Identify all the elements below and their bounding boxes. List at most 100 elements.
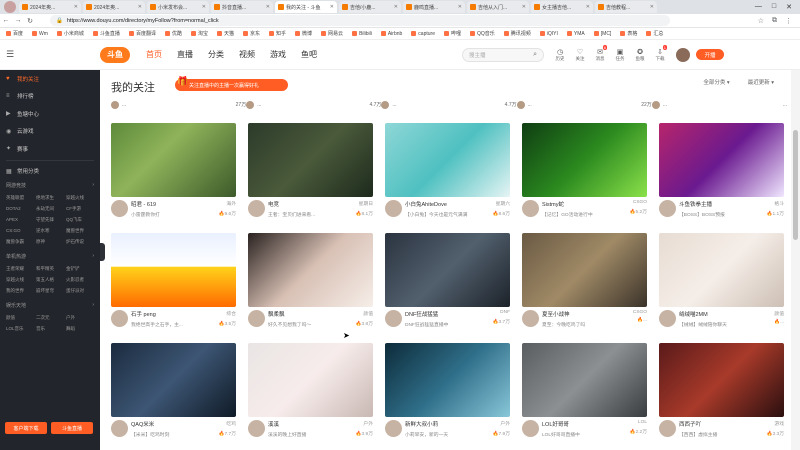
header-tool-download[interactable]: ⇩ 下载 1 — [650, 44, 670, 62]
browser-tab[interactable]: 抖音直播... ✕ — [211, 1, 273, 13]
sidebar-category-link[interactable]: CS:GO — [6, 228, 34, 234]
header-tool-history[interactable]: ◷ 历史 — [550, 48, 570, 62]
stream-thumbnail[interactable] — [659, 233, 784, 307]
sidebar-category-link[interactable]: 永劫无间 — [36, 206, 64, 212]
streamer-name[interactable]: 飘柔飘 — [268, 310, 347, 318]
maximize-icon[interactable]: □ — [772, 3, 776, 11]
stream-card[interactable]: DNF狂战猛猛 DNF狂战猛猛直播中 DNF 🔥3.7万 — [385, 233, 510, 329]
sidebar-category-title[interactable]: 网游竞技 › — [0, 180, 100, 191]
stream-thumbnail[interactable] — [248, 123, 373, 197]
sidebar-category-title[interactable]: 娱乐天地 › — [0, 300, 100, 311]
nav-item[interactable]: 首页 — [146, 49, 177, 60]
sidebar-category-link[interactable]: 火影忍者 — [66, 277, 94, 283]
stream-thumbnail[interactable] — [385, 343, 510, 417]
streamer-avatar[interactable] — [522, 420, 539, 437]
sidebar-item[interactable]: ♥ 我的关注 — [0, 70, 100, 88]
stream-title[interactable]: 【西西】虚拟主播 — [679, 431, 758, 438]
user-avatar[interactable] — [676, 47, 690, 62]
streamer-avatar[interactable] — [111, 310, 128, 327]
douyu-live-button[interactable]: 斗鱼直播 — [51, 422, 93, 434]
header-tool-heart[interactable]: ♡ 关注 — [570, 48, 590, 62]
sidebar-category-link[interactable]: 逆水寒 — [36, 228, 64, 234]
bookmark-item[interactable]: 百度翻译 — [128, 30, 156, 37]
browser-tab[interactable]: 2024年奥... ✕ — [19, 1, 81, 13]
streamer-name[interactable]: LOL好哥哥 — [542, 420, 621, 428]
stream-thumbnail[interactable] — [248, 343, 373, 417]
stream-card[interactable]: 溪溪 溪溪的晚上好直播 户外 🔥3.9万 — [248, 343, 373, 439]
extension-icon[interactable]: ⧉ — [772, 17, 777, 25]
sidebar-category-link[interactable]: 我的世界 — [6, 288, 34, 294]
sidebar-category-link[interactable]: 魔兽世界 — [66, 228, 94, 234]
star-icon[interactable]: ☆ — [758, 17, 764, 25]
streamer-name[interactable]: 昭君 - 619 — [131, 200, 210, 208]
streamer-name[interactable]: DNF狂战猛猛 — [405, 310, 484, 318]
streamer-name[interactable]: 斗鱼铁拳主播 — [679, 200, 758, 208]
stream-title[interactable]: 溪溪的晚上好直播 — [268, 431, 347, 438]
bookmark-item[interactable]: 表格 — [620, 30, 637, 37]
close-icon[interactable]: ✕ — [786, 3, 792, 11]
tab-close-icon[interactable]: ✕ — [458, 4, 462, 10]
sidebar-item[interactable]: ≡ 排行榜 — [0, 88, 100, 106]
browser-tab[interactable]: 吉他教程... ✕ — [595, 1, 657, 13]
partial-card[interactable]: ...... — [651, 99, 787, 110]
sidebar-category-title[interactable]: 单机热游 › — [0, 251, 100, 262]
stream-card[interactable]: 飘柔飘 好久不见想我了吗～ 颜值 🔥3.8万 — [248, 233, 373, 329]
bookmark-item[interactable]: capture — [411, 31, 435, 37]
stream-title[interactable]: 小莉早安，新的一天 — [405, 431, 484, 438]
tab-close-icon[interactable]: ✕ — [266, 4, 270, 10]
sidebar-category-link[interactable]: 蛋仔派对 — [66, 288, 94, 294]
stream-card[interactable]: LOL好哥哥 LOL好哥哥直播中 LOL 🔥2.2万 — [522, 343, 647, 439]
stream-card[interactable]: 昭君 - 619 小雷霆教你打 海外 🔥9.6万 — [111, 123, 236, 219]
streamer-avatar[interactable] — [385, 420, 402, 437]
bookmark-item[interactable]: Bilibili — [352, 31, 372, 37]
browser-tab[interactable]: 2024年奥... ✕ — [83, 1, 145, 13]
sidebar-category-link[interactable]: 原神 — [36, 239, 64, 245]
tab-close-icon[interactable]: ✕ — [74, 4, 78, 10]
sidebar-category-link[interactable]: CF手游 — [66, 206, 94, 212]
stream-card[interactable]: 新鲜大叔小莉 小莉早安，新的一天 户外 🔥7.9万 — [385, 343, 510, 439]
sidebar-category-link[interactable]: 颜值 — [6, 315, 34, 321]
streamer-name[interactable]: QAQ米米 — [131, 420, 210, 428]
sidebar-category-link[interactable]: LOL音乐 — [6, 326, 34, 332]
streamer-name[interactable]: 新鲜大叔小莉 — [405, 420, 484, 428]
sidebar-category-link[interactable]: 穿越火线 — [6, 277, 34, 283]
stream-thumbnail[interactable] — [385, 123, 510, 197]
bookmark-item[interactable]: 汇总 — [646, 30, 663, 37]
client-download-button[interactable]: 客户端下载 — [5, 422, 47, 434]
stream-title[interactable]: 王者：宝贝们进来看... — [268, 211, 347, 218]
sidebar-category-link[interactable]: QQ飞车 — [66, 217, 94, 223]
bookmark-item[interactable]: 京东 — [243, 30, 260, 37]
bookmark-item[interactable]: 淘宝 — [190, 30, 208, 37]
streamer-avatar[interactable] — [385, 310, 402, 327]
stream-thumbnail[interactable] — [659, 123, 784, 197]
bookmark-item[interactable]: [MC] — [593, 31, 611, 37]
hamburger-menu-icon[interactable]: ☰ — [0, 49, 20, 60]
partial-card[interactable]: ... 27万 — [111, 99, 246, 110]
streamer-avatar[interactable] — [248, 310, 265, 327]
stream-title[interactable]: 【米米】吃鸡时刻 — [131, 431, 210, 438]
stream-thumbnail[interactable] — [522, 233, 647, 307]
stream-thumbnail[interactable] — [111, 123, 236, 197]
sidebar-category-link[interactable]: 音乐 — [36, 326, 64, 332]
streamer-avatar[interactable] — [659, 200, 676, 217]
bookmark-item[interactable]: 小米商城 — [56, 30, 84, 37]
search-icon[interactable]: ⌕ — [533, 51, 537, 59]
back-icon[interactable]: ← — [0, 17, 12, 24]
tab-close-icon[interactable]: ✕ — [330, 4, 334, 10]
minimize-icon[interactable]: — — [755, 3, 762, 11]
stream-title[interactable]: 【记忆】GO活动进行中 — [542, 211, 621, 218]
stream-thumbnail[interactable] — [111, 343, 236, 417]
stream-card[interactable]: 小白兔AhiteDove 【小白兔】今天也是元气满满 星期六 🔥8.6万 — [385, 123, 510, 219]
stream-card[interactable]: 夏至小战神 夏至：今晚吃鸡了吗 CSGO 🔥... — [522, 233, 647, 329]
nav-item[interactable]: 分类 — [208, 49, 239, 60]
stream-title[interactable]: 我绝世高手之石手，主... — [131, 321, 210, 328]
streamer-avatar[interactable] — [248, 200, 265, 217]
streamer-name[interactable]: 溪溪 — [268, 420, 347, 428]
stream-title[interactable]: 小雷霆教你打 — [131, 211, 210, 218]
stream-card[interactable]: QAQ米米 【米米】吃鸡时刻 吃鸡 🔥7.7万 — [111, 343, 236, 439]
streamer-avatar[interactable] — [522, 200, 539, 217]
bookmark-item[interactable]: Wm — [32, 31, 48, 37]
bookmark-item[interactable]: QQ音乐 — [470, 30, 495, 37]
tab-close-icon[interactable]: ✕ — [650, 4, 654, 10]
streamer-name[interactable]: 电竞 — [268, 200, 347, 208]
